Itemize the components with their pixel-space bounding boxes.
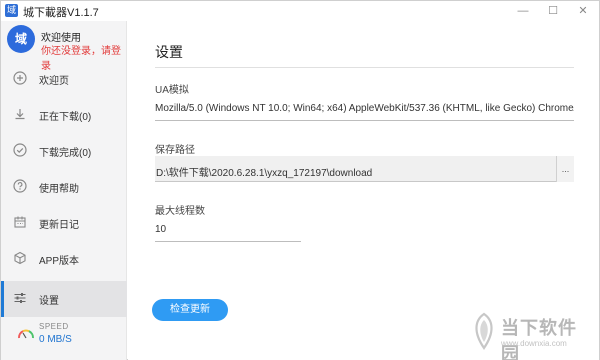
sidebar-item-completed[interactable]: 下载完成(0) xyxy=(1,133,127,169)
speed-indicator: SPEED 0 MB/S xyxy=(1,319,127,359)
sidebar-item-label: APP版本 xyxy=(39,256,80,267)
divider xyxy=(155,67,574,68)
threads-input-underline xyxy=(155,241,301,242)
sidebar-item-changelog[interactable]: 更新日记 xyxy=(1,205,127,241)
calendar-icon xyxy=(13,215,27,229)
minimize-button[interactable]: — xyxy=(515,3,531,19)
title-bar: 域 城下載器V1.1.7 — ☐ ✕ xyxy=(1,1,599,21)
sidebar-item-welcome[interactable]: 欢迎页 xyxy=(1,61,127,97)
sidebar-item-label: 更新日记 xyxy=(39,220,79,231)
cube-icon xyxy=(13,251,27,265)
plus-circle-icon xyxy=(13,71,27,85)
ua-label: UA模拟 xyxy=(155,85,189,96)
watermark-name: 当下软件园 xyxy=(501,318,577,360)
sidebar-item-label: 正在下载(0) xyxy=(39,112,92,123)
sidebar-item-downloading[interactable]: 正在下载(0) xyxy=(1,97,127,133)
app-window: 域 城下載器V1.1.7 — ☐ ✕ 域 欢迎使用 你还没登录，请登录 欢迎页 … xyxy=(0,0,600,360)
sidebar-item-help[interactable]: 使用帮助 xyxy=(1,169,127,205)
sidebar-item-label: 使用帮助 xyxy=(39,184,79,195)
speed-label: SPEED xyxy=(39,322,69,331)
sidebar-item-label: 欢迎页 xyxy=(39,76,69,87)
check-circle-icon xyxy=(13,143,27,157)
page-title: 设置 xyxy=(155,44,183,60)
watermark-logo-icon xyxy=(475,312,493,350)
sidebar-item-label: 设置 xyxy=(39,296,59,307)
sliders-icon xyxy=(13,291,27,305)
app-logo-icon: 域 xyxy=(5,4,18,17)
user-panel[interactable]: 域 欢迎使用 你还没登录，请登录 xyxy=(1,21,127,72)
avatar[interactable]: 域 xyxy=(7,25,35,53)
maximize-button[interactable]: ☐ xyxy=(545,3,561,19)
download-icon xyxy=(13,107,27,121)
threads-input[interactable]: 10 xyxy=(155,224,301,235)
threads-label: 最大线程数 xyxy=(155,206,205,217)
sidebar: 域 欢迎使用 你还没登录，请登录 欢迎页 正在下载(0) 下载完成(0) 使用帮… xyxy=(1,21,127,360)
path-input[interactable]: D:\软件下载\2020.6.28.1\yxzq_172197\download xyxy=(156,164,551,179)
sidebar-item-settings[interactable]: 设置 xyxy=(1,281,127,317)
help-icon xyxy=(13,179,27,193)
ua-input-underline xyxy=(155,120,574,121)
speedometer-icon xyxy=(17,327,35,339)
check-update-button[interactable]: 检查更新 xyxy=(152,299,228,321)
sidebar-item-label: 下载完成(0) xyxy=(39,148,92,159)
path-field[interactable]: D:\软件下载\2020.6.28.1\yxzq_172197\download… xyxy=(155,156,574,182)
path-label: 保存路径 xyxy=(155,145,195,156)
watermark: 当下软件园 www.downxia.com xyxy=(471,310,595,360)
close-button[interactable]: ✕ xyxy=(575,3,591,19)
browse-button[interactable]: ... xyxy=(556,156,574,182)
speed-value: 0 MB/S xyxy=(39,334,72,345)
watermark-url: www.downxia.com xyxy=(501,339,567,348)
window-title: 城下載器V1.1.7 xyxy=(23,7,99,19)
sidebar-item-app-version[interactable]: APP版本 xyxy=(1,241,127,277)
ua-input[interactable]: Mozilla/5.0 (Windows NT 10.0; Win64; x64… xyxy=(155,103,574,114)
